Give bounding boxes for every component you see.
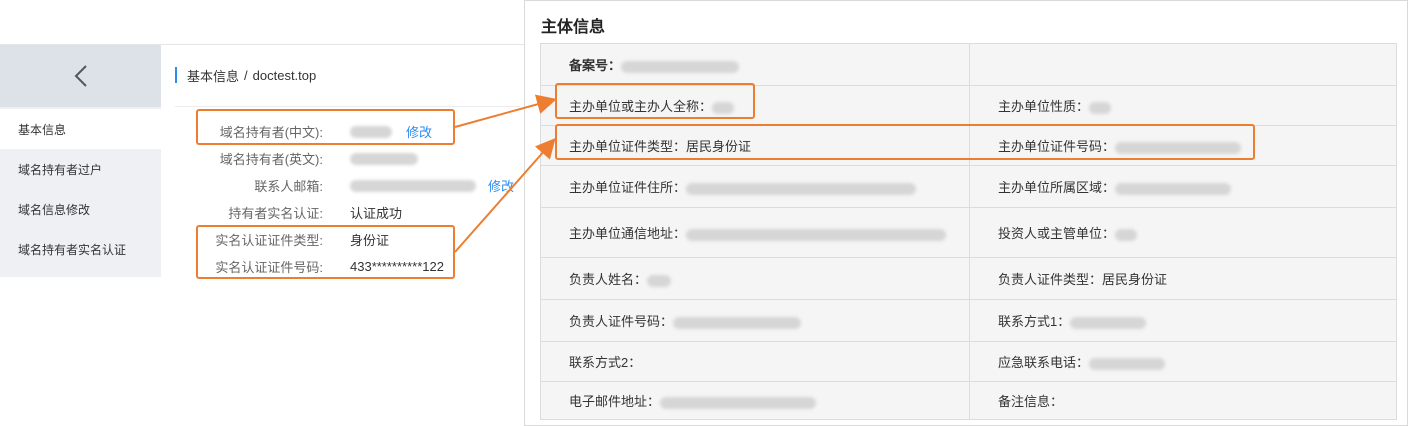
leader-name-value: [647, 274, 672, 287]
org-mail-address-label: 主办单位通信地址：: [569, 226, 687, 241]
table-row: 备案号：: [540, 43, 1397, 86]
table-row: 电子邮件地址： 备注信息：: [540, 381, 1397, 420]
remark-label: 备注信息：: [998, 394, 1064, 409]
sidebar-item-realname-verify[interactable]: 域名持有者实名认证: [0, 229, 161, 269]
emergency-phone-label: 应急联系电话：: [998, 355, 1090, 370]
sidebar-item-label: 域名持有者实名认证: [18, 242, 127, 257]
contact2-label: 联系方式2：: [569, 355, 642, 370]
verify-value: 认证成功: [350, 205, 403, 221]
divider: [175, 106, 520, 107]
panel-title: 主体信息: [541, 19, 606, 36]
org-id-address-value: [686, 182, 917, 195]
contact1-value: [1070, 316, 1147, 329]
sidebar-item-label: 域名信息修改: [18, 202, 91, 217]
breadcrumb-separator: /: [244, 67, 248, 83]
investor-value: [1115, 228, 1138, 241]
sidebar-item-label: 基本信息: [18, 122, 67, 137]
sidebar: 基本信息 域名持有者过户 域名信息修改 域名持有者实名认证: [0, 45, 161, 277]
holder-en-label: 域名持有者(英文):: [219, 151, 323, 167]
emergency-phone-value: [1089, 357, 1166, 370]
filing-no-label: 备案号：: [569, 58, 622, 73]
table-row: 联系方式2： 应急联系电话：: [540, 341, 1397, 382]
email-label: 电子邮件地址：: [569, 394, 661, 409]
investor-label: 投资人或主管单位：: [998, 226, 1116, 241]
holder-en-value: [350, 151, 418, 166]
leader-id-type-label: 负责人证件类型：: [998, 272, 1103, 287]
leader-id-type-value: 居民身份证: [1102, 272, 1168, 287]
table-row: 主办单位证件住所： 主办单位所属区域：: [540, 165, 1397, 208]
sidebar-item-label: 域名持有者过户: [18, 162, 103, 177]
highlight-holder-box: [196, 109, 455, 145]
verify-label: 持有者实名认证:: [228, 205, 323, 221]
leader-id-number-value: [673, 316, 802, 329]
table-row: 主办单位通信地址： 投资人或主管单位：: [540, 207, 1397, 258]
breadcrumb-domain: doctest.top: [252, 67, 317, 83]
filing-no-value: [621, 60, 740, 73]
table-row: 负责人姓名： 负责人证件类型：居民身份证: [540, 257, 1397, 300]
highlight-org-id-box: [555, 124, 1255, 160]
holder-en-row: 域名持有者(英文):: [200, 148, 418, 168]
org-mail-address-value: [686, 228, 947, 241]
email-value: [660, 396, 817, 409]
org-nature-value: [1089, 101, 1112, 114]
sidebar-item-info-modify[interactable]: 域名信息修改: [0, 189, 161, 229]
email-row: 联系人邮箱: 修改: [200, 175, 514, 195]
sidebar-item-holder-transfer[interactable]: 域名持有者过户: [0, 149, 161, 189]
org-region-label: 主办单位所属区域：: [998, 180, 1116, 195]
breadcrumb-section[interactable]: 基本信息: [187, 66, 239, 85]
contact1-label: 联系方式1：: [998, 314, 1071, 329]
sidebar-item-basic-info[interactable]: 基本信息: [0, 109, 161, 149]
leader-id-number-label: 负责人证件号码：: [569, 314, 674, 329]
breadcrumb: 基本信息 / doctest.top: [175, 66, 317, 85]
edit-email-link[interactable]: 修改: [488, 176, 514, 195]
subject-info-panel: 主体信息 备案号： 主办单位或主办人全称： 主办单位性质： 主办单位证件类型：居…: [524, 0, 1408, 426]
email-label: 联系人邮箱:: [254, 178, 323, 194]
org-id-address-label: 主办单位证件住所：: [569, 180, 687, 195]
org-region-value: [1115, 182, 1232, 195]
verify-row: 持有者实名认证: 认证成功: [200, 202, 402, 222]
leader-name-label: 负责人姓名：: [569, 272, 648, 287]
org-nature-label: 主办单位性质：: [998, 99, 1090, 114]
chevron-left-icon: [74, 65, 87, 87]
table-row: 负责人证件号码： 联系方式1：: [540, 299, 1397, 342]
highlight-org-name-box: [555, 83, 755, 119]
back-button[interactable]: [0, 45, 161, 107]
highlight-id-box: [196, 225, 455, 279]
email-value: [350, 178, 476, 193]
